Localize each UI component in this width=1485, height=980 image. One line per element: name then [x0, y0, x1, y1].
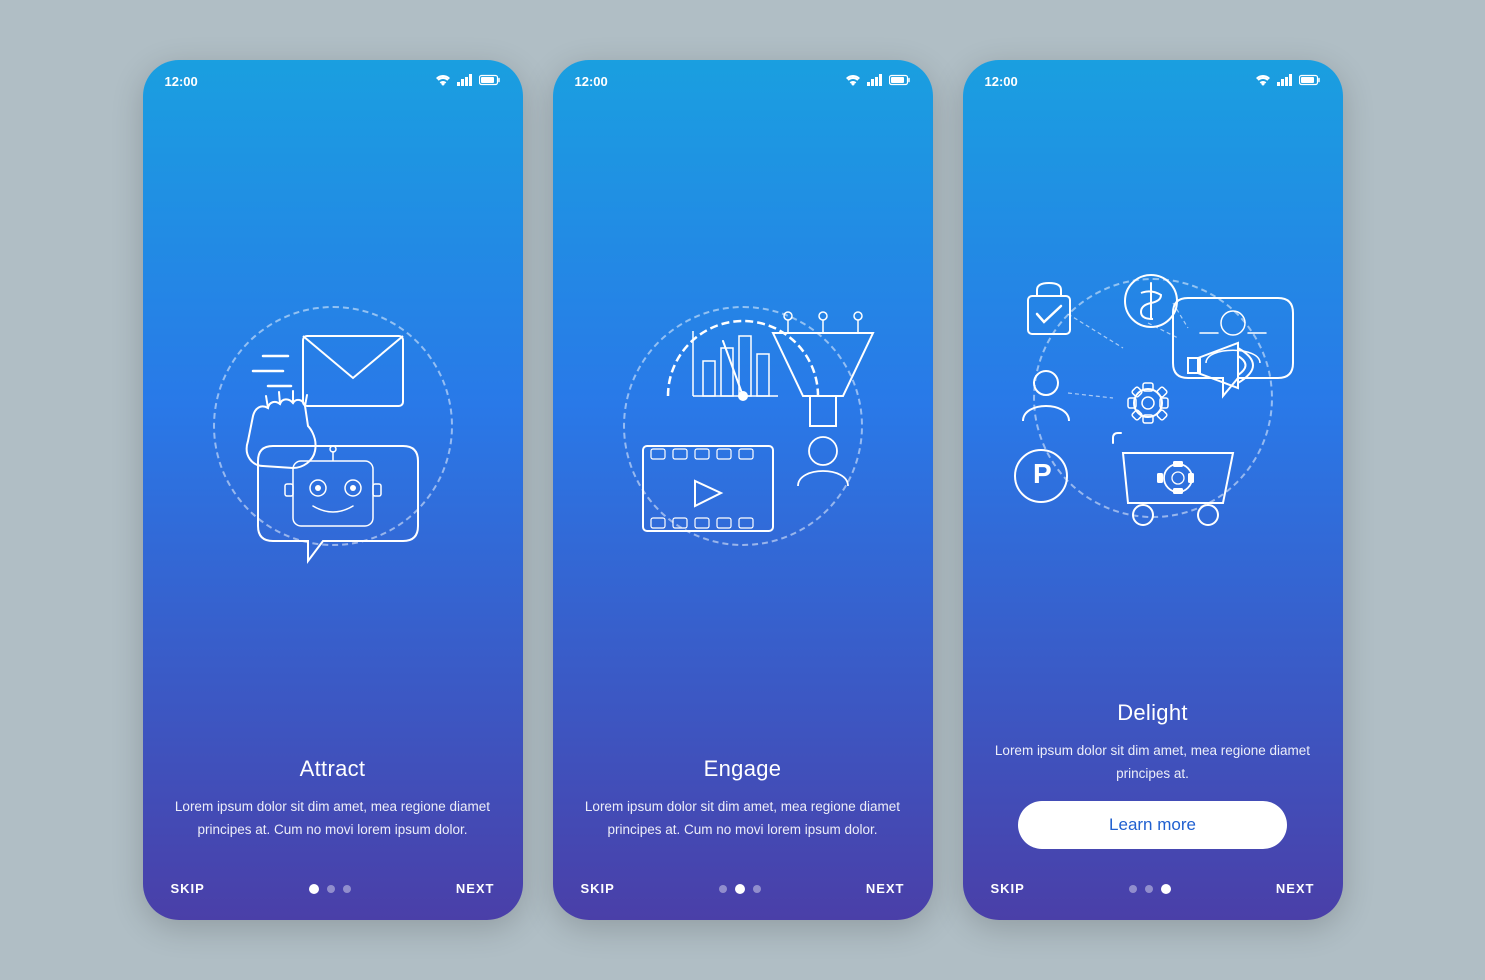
status-time-delight: 12:00 — [985, 74, 1018, 89]
wifi-icon — [435, 74, 451, 89]
battery-icon — [479, 74, 501, 89]
bottom-nav-attract: SKIP NEXT — [143, 867, 523, 920]
bottom-nav-delight: SKIP NEXT — [963, 867, 1343, 920]
illustration-area-attract — [143, 95, 523, 756]
dot-3c — [1161, 884, 1171, 894]
illustration-area-delight: P — [963, 95, 1343, 700]
status-bar-engage: 12:00 — [553, 60, 933, 95]
attract-skip[interactable]: SKIP — [171, 881, 205, 896]
text-area-attract: Attract Lorem ipsum dolor sit dim amet, … — [143, 756, 523, 867]
engage-body: Lorem ipsum dolor sit dim amet, mea regi… — [585, 796, 901, 841]
dot-1 — [309, 884, 319, 894]
delight-skip[interactable]: SKIP — [991, 881, 1025, 896]
status-icons-engage — [845, 74, 911, 89]
status-bar-attract: 12:00 — [143, 60, 523, 95]
bottom-nav-engage: SKIP NEXT — [553, 867, 933, 920]
dot-2 — [327, 885, 335, 893]
signal-icon-3 — [1277, 74, 1293, 89]
status-icons-delight — [1255, 74, 1321, 89]
engage-skip[interactable]: SKIP — [581, 881, 615, 896]
delight-illustration: P — [1003, 258, 1303, 538]
signal-icon — [457, 74, 473, 89]
phone-card-delight: 12:00 — [963, 60, 1343, 920]
attract-dots — [309, 884, 351, 894]
phone-card-engage: 12:00 — [553, 60, 933, 920]
text-area-delight: Delight Lorem ipsum dolor sit dim amet, … — [963, 700, 1343, 867]
engage-illustration — [593, 286, 893, 566]
dot-2c — [1145, 885, 1153, 893]
wifi-icon-2 — [845, 74, 861, 89]
dot-1b — [719, 885, 727, 893]
dot-3 — [343, 885, 351, 893]
attract-next[interactable]: NEXT — [456, 881, 495, 896]
wifi-icon-3 — [1255, 74, 1271, 89]
attract-body: Lorem ipsum dolor sit dim amet, mea regi… — [175, 796, 491, 841]
signal-icon-2 — [867, 74, 883, 89]
learn-more-button[interactable]: Learn more — [1018, 801, 1287, 849]
delight-body: Lorem ipsum dolor sit dim amet, mea regi… — [995, 740, 1311, 785]
attract-illustration — [183, 286, 483, 566]
illustration-area-engage — [553, 95, 933, 756]
battery-icon-3 — [1299, 74, 1321, 89]
dot-1c — [1129, 885, 1137, 893]
phone-card-attract: 12:00 — [143, 60, 523, 920]
dot-2b — [735, 884, 745, 894]
text-area-engage: Engage Lorem ipsum dolor sit dim amet, m… — [553, 756, 933, 867]
dot-3b — [753, 885, 761, 893]
delight-title: Delight — [995, 700, 1311, 726]
status-time-attract: 12:00 — [165, 74, 198, 89]
attract-title: Attract — [175, 756, 491, 782]
status-icons-attract — [435, 74, 501, 89]
status-time-engage: 12:00 — [575, 74, 608, 89]
engage-next[interactable]: NEXT — [866, 881, 905, 896]
delight-dots — [1129, 884, 1171, 894]
delight-next[interactable]: NEXT — [1276, 881, 1315, 896]
engage-dots — [719, 884, 761, 894]
status-bar-delight: 12:00 — [963, 60, 1343, 95]
engage-title: Engage — [585, 756, 901, 782]
svg-text:P: P — [1033, 458, 1052, 489]
battery-icon-2 — [889, 74, 911, 89]
